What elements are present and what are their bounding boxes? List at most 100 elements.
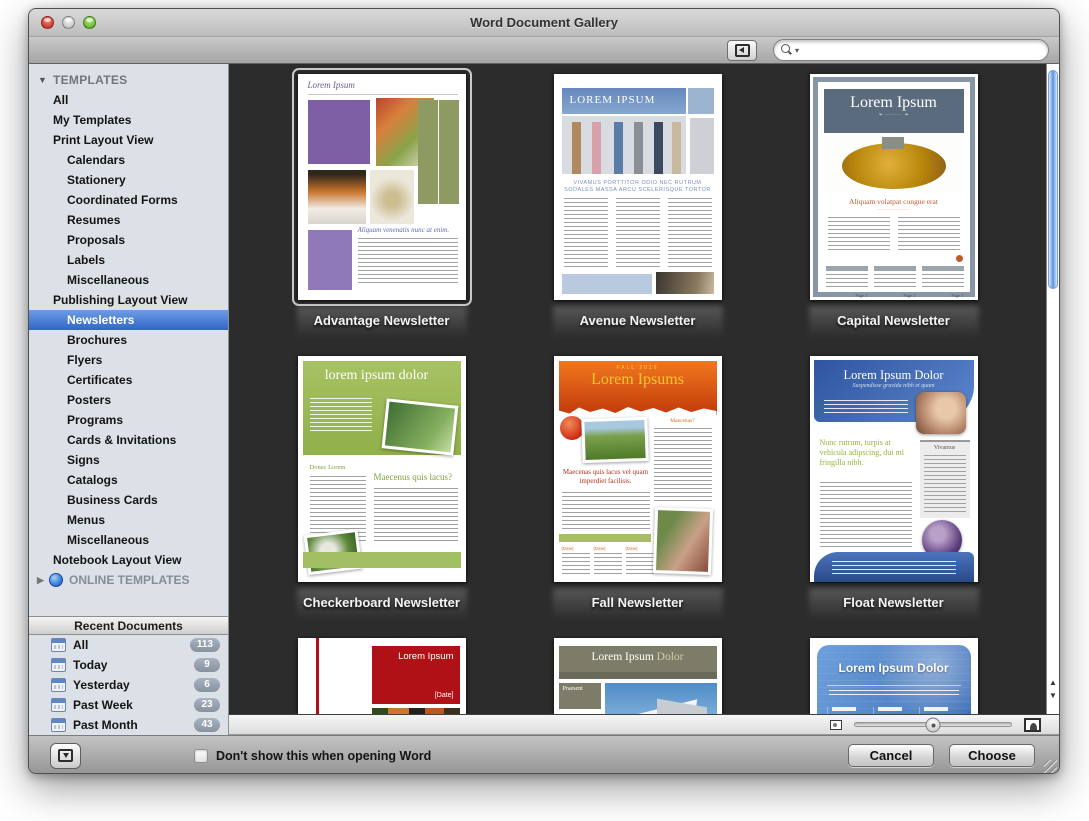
scroll-up-arrow[interactable]: ▲ <box>1047 676 1059 689</box>
sidebar-item-posters[interactable]: Posters <box>29 390 228 410</box>
template-title: Advantage Newsletter <box>287 313 477 328</box>
sidebar-item-signs[interactable]: Signs <box>29 450 228 470</box>
zoom-in-thumbnail-icon <box>1024 718 1041 732</box>
sidebar-item-newsletters[interactable]: Newsletters <box>29 310 228 330</box>
toolbar: ▾ <box>29 37 1059 64</box>
sidebar-item-print-layout-view[interactable]: Print Layout View <box>29 130 228 150</box>
template-thumbnail: Lorem Ipsum Dolor Praesent <box>554 638 722 714</box>
vertical-scrollbar[interactable]: ▲ ▼ <box>1046 64 1059 714</box>
cancel-button[interactable]: Cancel <box>848 744 934 767</box>
sidebar-item-catalogs[interactable]: Catalogs <box>29 470 228 490</box>
scroll-down-arrow[interactable]: ▼ <box>1047 689 1059 702</box>
count-badge: 6 <box>194 678 220 692</box>
sidebar-item-flyers[interactable]: Flyers <box>29 350 228 370</box>
sidebar-item-my-templates[interactable]: My Templates <box>29 110 228 130</box>
template-card-fall-newsletter[interactable]: FALL 2016 Lorem Ipsums Maecenas? Maecena… <box>516 350 760 632</box>
sidebar-item-business-cards[interactable]: Business Cards <box>29 490 228 510</box>
sidebar: ▼ TEMPLATES All My Templates Print Layou… <box>29 64 229 735</box>
template-gallery: Lorem Ipsum Aliquam venenatis <box>229 64 1046 714</box>
zoom-out-thumbnail-icon <box>830 720 842 730</box>
search-input[interactable] <box>799 41 1048 59</box>
gallery-panel-toggle-button[interactable] <box>50 743 81 769</box>
template-card-partial-blue[interactable]: Lorem Ipsum Dolor <box>772 632 1016 714</box>
recent-item-today[interactable]: Today 9 <box>29 655 228 675</box>
template-card-float-newsletter[interactable]: Lorem Ipsum Dolor Suspendisse gravida ni… <box>772 350 1016 632</box>
sidebar-item-brochures[interactable]: Brochures <box>29 330 228 350</box>
template-thumbnail: FALL 2016 Lorem Ipsums Maecenas? Maecena… <box>554 356 722 582</box>
sidebar-item-online-templates[interactable]: ▶ ONLINE TEMPLATES <box>29 570 228 590</box>
title-bar: Word Document Gallery <box>29 9 1059 37</box>
slider-knob[interactable] <box>926 717 941 732</box>
template-card-capital-newsletter[interactable]: Lorem Ipsum ❧ ·········· ❧ Aliquam volat… <box>772 68 1016 350</box>
template-thumbnail: LOREM IPSUM <box>554 74 722 300</box>
search-field[interactable]: ▾ <box>773 39 1049 61</box>
template-thumbnail: Lorem Ipsum Dolor Suspendisse gravida ni… <box>810 356 978 582</box>
recent-item-yesterday[interactable]: Yesterday 6 <box>29 675 228 695</box>
globe-icon <box>49 573 63 587</box>
template-thumbnail: Lorem Ipsum Aliquam venenatis <box>298 74 466 300</box>
template-card-avenue-newsletter[interactable]: LOREM IPSUM <box>516 68 760 350</box>
recent-documents-section: Recent Documents All 113 Today 9 Yesterd… <box>29 616 228 735</box>
calendar-icon <box>51 658 66 672</box>
template-title: Checkerboard Newsletter <box>287 595 477 610</box>
thumbnail-zoom-bar <box>229 714 1059 735</box>
template-thumbnail: lorem ipsum dolor Donec Lorem Maecenus q… <box>298 356 466 582</box>
sidebar-item-cards-invitations[interactable]: Cards & Invitations <box>29 430 228 450</box>
calendar-icon <box>51 698 66 712</box>
sidebar-item-menus[interactable]: Menus <box>29 510 228 530</box>
template-title: Capital Newsletter <box>799 313 989 328</box>
sidebar-item-all[interactable]: All <box>29 90 228 110</box>
sidebar-item-miscellaneous-print[interactable]: Miscellaneous <box>29 270 228 290</box>
sidebar-item-resumes[interactable]: Resumes <box>29 210 228 230</box>
sidebar-item-miscellaneous-publishing[interactable]: Miscellaneous <box>29 530 228 550</box>
sidebar-toggle-icon <box>735 44 750 57</box>
templates-section-header[interactable]: ▼ TEMPLATES <box>29 70 228 90</box>
sidebar-item-programs[interactable]: Programs <box>29 410 228 430</box>
sidebar-item-proposals[interactable]: Proposals <box>29 230 228 250</box>
calendar-icon <box>51 718 66 732</box>
sidebar-item-coordinated-forms[interactable]: Coordinated Forms <box>29 190 228 210</box>
choose-button[interactable]: Choose <box>949 744 1035 767</box>
dialog-footer: Don't show this when opening Word Cancel… <box>29 735 1059 774</box>
window-title: Word Document Gallery <box>29 15 1059 30</box>
disclosure-triangle-right-icon[interactable]: ▶ <box>37 570 44 590</box>
template-card-advantage-newsletter[interactable]: Lorem Ipsum Aliquam venenatis <box>260 68 504 350</box>
scrollbar-thumb[interactable] <box>1048 70 1058 289</box>
recent-item-past-week[interactable]: Past Week 23 <box>29 695 228 715</box>
sidebar-item-publishing-layout-view[interactable]: Publishing Layout View <box>29 290 228 310</box>
dont-show-label: Don't show this when opening Word <box>216 749 431 763</box>
count-badge: 113 <box>190 638 220 652</box>
sidebar-item-certificates[interactable]: Certificates <box>29 370 228 390</box>
count-badge: 43 <box>194 718 220 732</box>
count-badge: 23 <box>194 698 220 712</box>
template-title: Float Newsletter <box>799 595 989 610</box>
calendar-icon <box>51 678 66 692</box>
thumbnail-size-slider[interactable] <box>854 722 1012 727</box>
screen: Word Document Gallery ▾ ▼ TEMPLATES All … <box>0 0 1089 821</box>
resize-grip[interactable] <box>1044 760 1057 773</box>
disclosure-triangle-down-icon[interactable]: ▼ <box>38 70 47 90</box>
template-title: Fall Newsletter <box>543 595 733 610</box>
panel-toggle-icon <box>58 749 73 762</box>
template-thumbnail: Lorem Ipsum [Date] <box>298 638 466 714</box>
template-thumbnail: Lorem Ipsum Dolor <box>810 638 978 714</box>
recent-item-past-month[interactable]: Past Month 43 <box>29 715 228 735</box>
count-badge: 9 <box>194 658 220 672</box>
sidebar-item-calendars[interactable]: Calendars <box>29 150 228 170</box>
template-card-checkerboard-newsletter[interactable]: lorem ipsum dolor Donec Lorem Maecenus q… <box>260 350 504 632</box>
template-card-partial-olive[interactable]: Lorem Ipsum Dolor Praesent <box>516 632 760 714</box>
word-document-gallery-window: Word Document Gallery ▾ ▼ TEMPLATES All … <box>28 8 1060 774</box>
calendar-icon <box>51 638 66 652</box>
recent-documents-header: Recent Documents <box>29 616 228 635</box>
template-card-partial-red[interactable]: Lorem Ipsum [Date] <box>260 632 504 714</box>
sidebar-item-notebook-layout-view[interactable]: Notebook Layout View <box>29 550 228 570</box>
selection-ring: Lorem Ipsum Aliquam venenatis <box>292 68 472 306</box>
dont-show-checkbox[interactable] <box>194 749 208 763</box>
search-icon <box>781 44 793 56</box>
template-thumbnail: Lorem Ipsum ❧ ·········· ❧ Aliquam volat… <box>810 74 978 300</box>
sidebar-toggle-button[interactable] <box>727 40 757 61</box>
sidebar-item-labels[interactable]: Labels <box>29 250 228 270</box>
sidebar-item-stationery[interactable]: Stationery <box>29 170 228 190</box>
recent-item-all[interactable]: All 113 <box>29 635 228 655</box>
template-title: Avenue Newsletter <box>543 313 733 328</box>
